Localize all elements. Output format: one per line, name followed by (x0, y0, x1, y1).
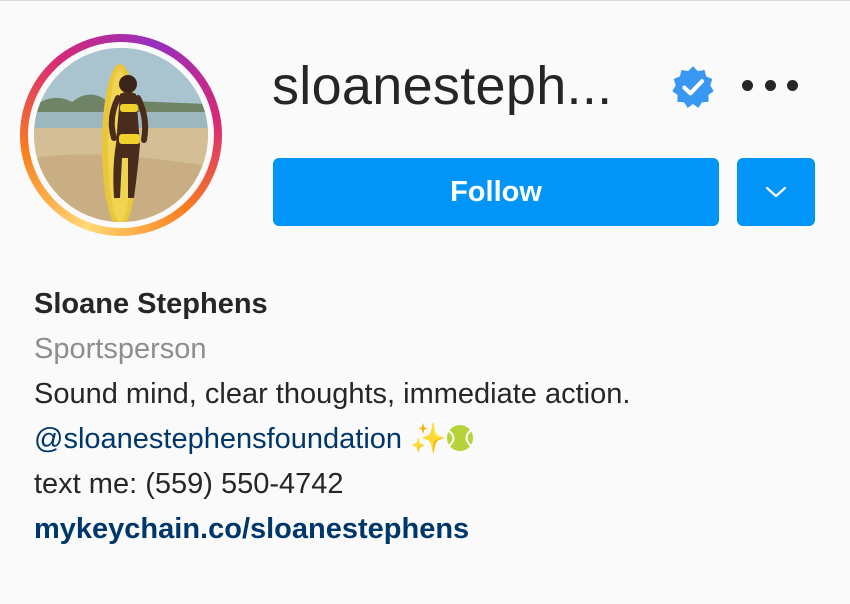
dot (787, 79, 798, 91)
avatar-photo (34, 48, 208, 222)
profile-username: sloanesteph... (272, 56, 613, 116)
website-link[interactable]: mykeychain.co/sloanestephens (34, 507, 834, 552)
follow-button[interactable]: Follow (273, 158, 719, 226)
tennis-ball-icon (447, 425, 474, 451)
suggested-accounts-dropdown-button[interactable] (737, 158, 815, 226)
dot (742, 79, 753, 91)
phone-line: text me: (559) 550-4742 (34, 468, 344, 500)
avatar-ring-gap (28, 42, 214, 228)
mention-line: @sloanestephensfoundation ✨ (34, 417, 834, 462)
profile-bio: Sloane Stephens Sportsperson Sound mind,… (34, 282, 834, 552)
verified-badge-icon (672, 66, 714, 108)
chevron-down-icon (765, 186, 787, 198)
dot (764, 79, 776, 91)
more-options-icon[interactable] (742, 72, 798, 98)
account-category: Sportsperson (34, 333, 207, 365)
sparkles-emoji: ✨ (410, 423, 447, 455)
full-name: Sloane Stephens (34, 288, 268, 320)
profile-avatar[interactable] (20, 34, 222, 236)
avatar-image (34, 48, 208, 222)
top-divider (0, 0, 850, 1)
mention-link[interactable]: @sloanestephensfoundation (34, 423, 402, 455)
bio-text: Sound mind, clear thoughts, immediate ac… (34, 378, 631, 410)
